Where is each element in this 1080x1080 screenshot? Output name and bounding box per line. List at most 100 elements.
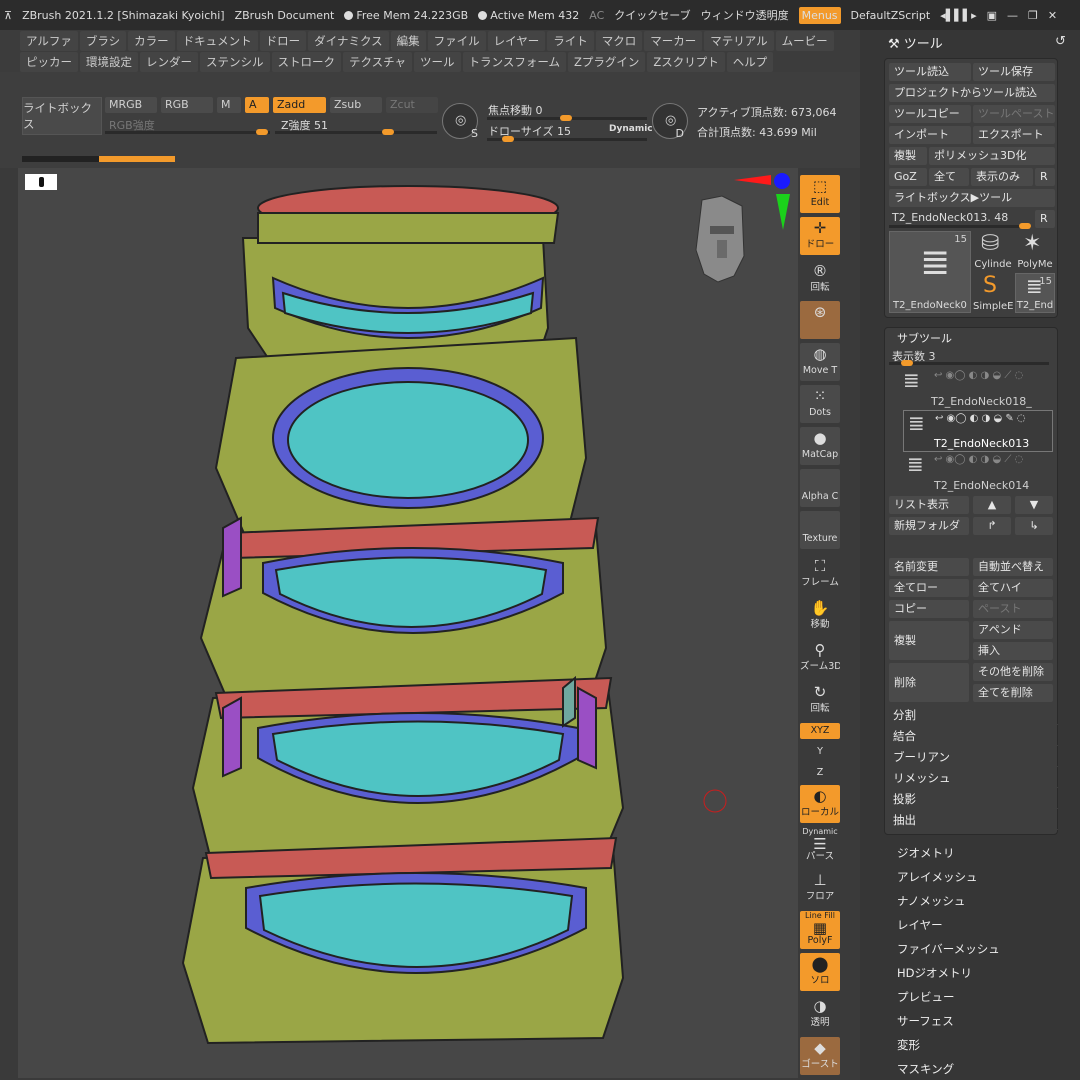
close-icon[interactable]: ✕ [1048,9,1057,22]
subtool-visibility-icon[interactable]: ↩ ◉◯ ◐ ◑ ◒ ⟋ ◌ [934,454,1023,465]
z-intensity-slider[interactable] [275,129,437,135]
load-from-project-button[interactable]: プロジェクトからツール読込 [889,84,1055,102]
menu-item[interactable]: ブラシ [79,30,127,51]
zsub-button[interactable]: Zsub [330,97,382,113]
dynamic-label[interactable]: Dynamic [609,124,653,134]
delete-all-button[interactable]: 全てを削除 [973,684,1053,702]
move-down-icon[interactable]: ▼ [1015,496,1053,514]
subtool-visibility-icon[interactable]: ↩ ◉◯ ◐ ◑ ◒ ⟋ ◌ [934,370,1023,381]
menu-item[interactable]: ヘルプ [726,51,774,72]
edit-button[interactable]: ⬚ Edit [800,175,840,213]
tool-thumb-current[interactable]: 15 ≣ T2_EndoNeck0 [889,231,971,313]
tool-submenu-item[interactable]: プレビュー [897,989,955,1005]
zcut-button[interactable]: Zcut [386,97,438,113]
menu-item[interactable]: レイヤー [487,30,546,51]
arrow-upright-icon[interactable]: ↱ [973,517,1011,535]
rename-button[interactable]: 名前変更 [889,558,969,576]
clone-button[interactable]: 複製 [889,147,927,165]
menu-item[interactable]: 環境設定 [80,51,138,72]
menu-item[interactable]: トランスフォーム [462,51,566,72]
visible-button[interactable]: 表示のみ [971,168,1033,186]
menu-item[interactable]: ドキュメント [176,30,258,51]
r-rotate-button[interactable]: ® 回転 [800,260,840,298]
pan-button[interactable]: ✋ 移動 [800,597,840,635]
viewport-canvas[interactable] [18,168,798,1078]
layout-arrows-icon[interactable]: ◂▌▌▌▸ [940,9,976,22]
window-icon[interactable]: ▣ [987,9,997,22]
dots-stroke-button[interactable]: ⁙ Dots [800,385,840,423]
menu-item[interactable]: Zスクリプト [647,51,725,72]
rgb-intensity-slider[interactable] [105,129,270,135]
extract-section[interactable]: 抽出 [886,810,1058,830]
menu-item[interactable]: ツール [414,51,461,72]
insert-button[interactable]: 挿入 [973,642,1053,660]
list-all-button[interactable]: リスト表示 [889,496,969,514]
mrgb-button[interactable]: MRGB [105,97,157,113]
subtool-item-018[interactable]: ≣ ↩ ◉◯ ◐ ◑ ◒ ⟋ ◌ T2_EndoNeck018_ [889,368,1055,410]
merge-section[interactable]: 結合 [886,726,1058,746]
lightbox-button[interactable]: ライトボックス [22,97,102,135]
window-transparency-slider[interactable]: ウィンドウ透明度 [701,7,789,23]
tool-submenu-item[interactable]: アレイメッシュ [897,869,978,885]
stroke-s-button[interactable]: S ◎ [442,103,478,140]
perspective-button[interactable]: Dynamic ☰ パース [800,827,840,865]
rotate-button[interactable]: ↻ 回転 [800,681,840,719]
tool-slider[interactable] [889,223,1031,229]
a-button[interactable]: A [245,97,269,113]
focal-slider[interactable] [487,115,647,121]
drawsize-slider[interactable] [487,136,647,142]
xyz-button[interactable]: XYZ [800,723,840,739]
subtool-item-013-selected[interactable]: ≣ ↩ ◉◯ ◐ ◑ ◒ ✎ ◌ T2_EndoNeck013 [903,410,1053,452]
menu-item[interactable]: テクスチャ [343,51,413,72]
duplicate-button[interactable]: 複製 [889,621,969,660]
import-button[interactable]: インポート [889,126,971,144]
restore-icon[interactable]: ❐ [1028,9,1038,22]
menu-item[interactable]: カラー [128,30,175,51]
menu-item[interactable]: 編集 [390,30,426,51]
local-button[interactable]: ◐ ローカル [800,785,840,823]
menu-item[interactable]: ダイナミクス [308,30,389,51]
zadd-button[interactable]: Zadd [273,97,326,113]
texture-button[interactable]: Texture [800,511,840,549]
draw-button[interactable]: ✛ ドロー [800,217,840,255]
menu-item[interactable]: Zプラグイン [567,51,646,72]
subtool-visibility-icon[interactable]: ↩ ◉◯ ◐ ◑ ◒ ✎ ◌ [935,413,1026,424]
ghost-button[interactable]: ◆ ゴースト [800,1037,840,1075]
menu-item[interactable]: マーカー [644,30,703,51]
make-polymesh-button[interactable]: ポリメッシュ3D化 [929,147,1055,165]
rotate-mode-button[interactable]: ⊛ [800,301,840,339]
all-button[interactable]: 全て [929,168,969,186]
tool-thumb-cylinder[interactable]: ⛁ Cylinde [973,231,1013,271]
menu-item[interactable]: ピッカー [20,51,78,72]
tool-submenu-item[interactable]: レイヤー [897,917,943,933]
tool-submenu-item[interactable]: 変形 [897,1037,920,1053]
boolean-section[interactable]: ブーリアン [886,747,1058,767]
delete-other-button[interactable]: その他を削除 [973,663,1053,681]
floor-button[interactable]: ⊥ フロア [800,869,840,907]
move-brush-button[interactable]: ◍ Move T [800,343,840,381]
copy-subtool-button[interactable]: コピー [889,600,969,618]
m-button[interactable]: M [217,97,241,113]
tool-submenu-item[interactable]: ナノメッシュ [897,893,965,909]
export-button[interactable]: エクスポート [973,126,1055,144]
r-button[interactable]: R [1035,168,1055,186]
subtool-item-014[interactable]: ≣ ↩ ◉◯ ◐ ◑ ◒ ⟋ ◌ T2_EndoNeck014 [889,452,1055,494]
minimize-icon[interactable]: — [1007,9,1018,22]
menu-item[interactable]: ムービー [775,30,834,51]
all-low-button[interactable]: 全てロー [889,579,969,597]
auto-reorder-button[interactable]: 自動並べ替え [973,558,1053,576]
transparency-button[interactable]: ◑ 透明 [800,995,840,1033]
tool-submenu-item[interactable]: マスキング [897,1061,954,1077]
all-high-button[interactable]: 全てハイ [973,579,1053,597]
solo-button[interactable]: ⬤ ソロ [800,953,840,991]
goz-button[interactable]: GoZ [889,168,927,186]
tool-submenu-item[interactable]: HDジオメトリ [897,965,972,981]
new-folder-button[interactable]: 新規フォルダ [889,517,969,535]
save-tool-button[interactable]: ツール保存 [973,63,1055,81]
tool-submenu-item[interactable]: サーフェス [897,1013,954,1029]
polyframe-button[interactable]: Line Fill ▦ PolyF [800,911,840,949]
y-axis-button[interactable]: Y [800,742,840,762]
project-section[interactable]: 投影 [886,789,1058,809]
append-button[interactable]: アペンド [973,621,1053,639]
tool-submenu-item[interactable]: ファイバーメッシュ [897,941,1000,957]
